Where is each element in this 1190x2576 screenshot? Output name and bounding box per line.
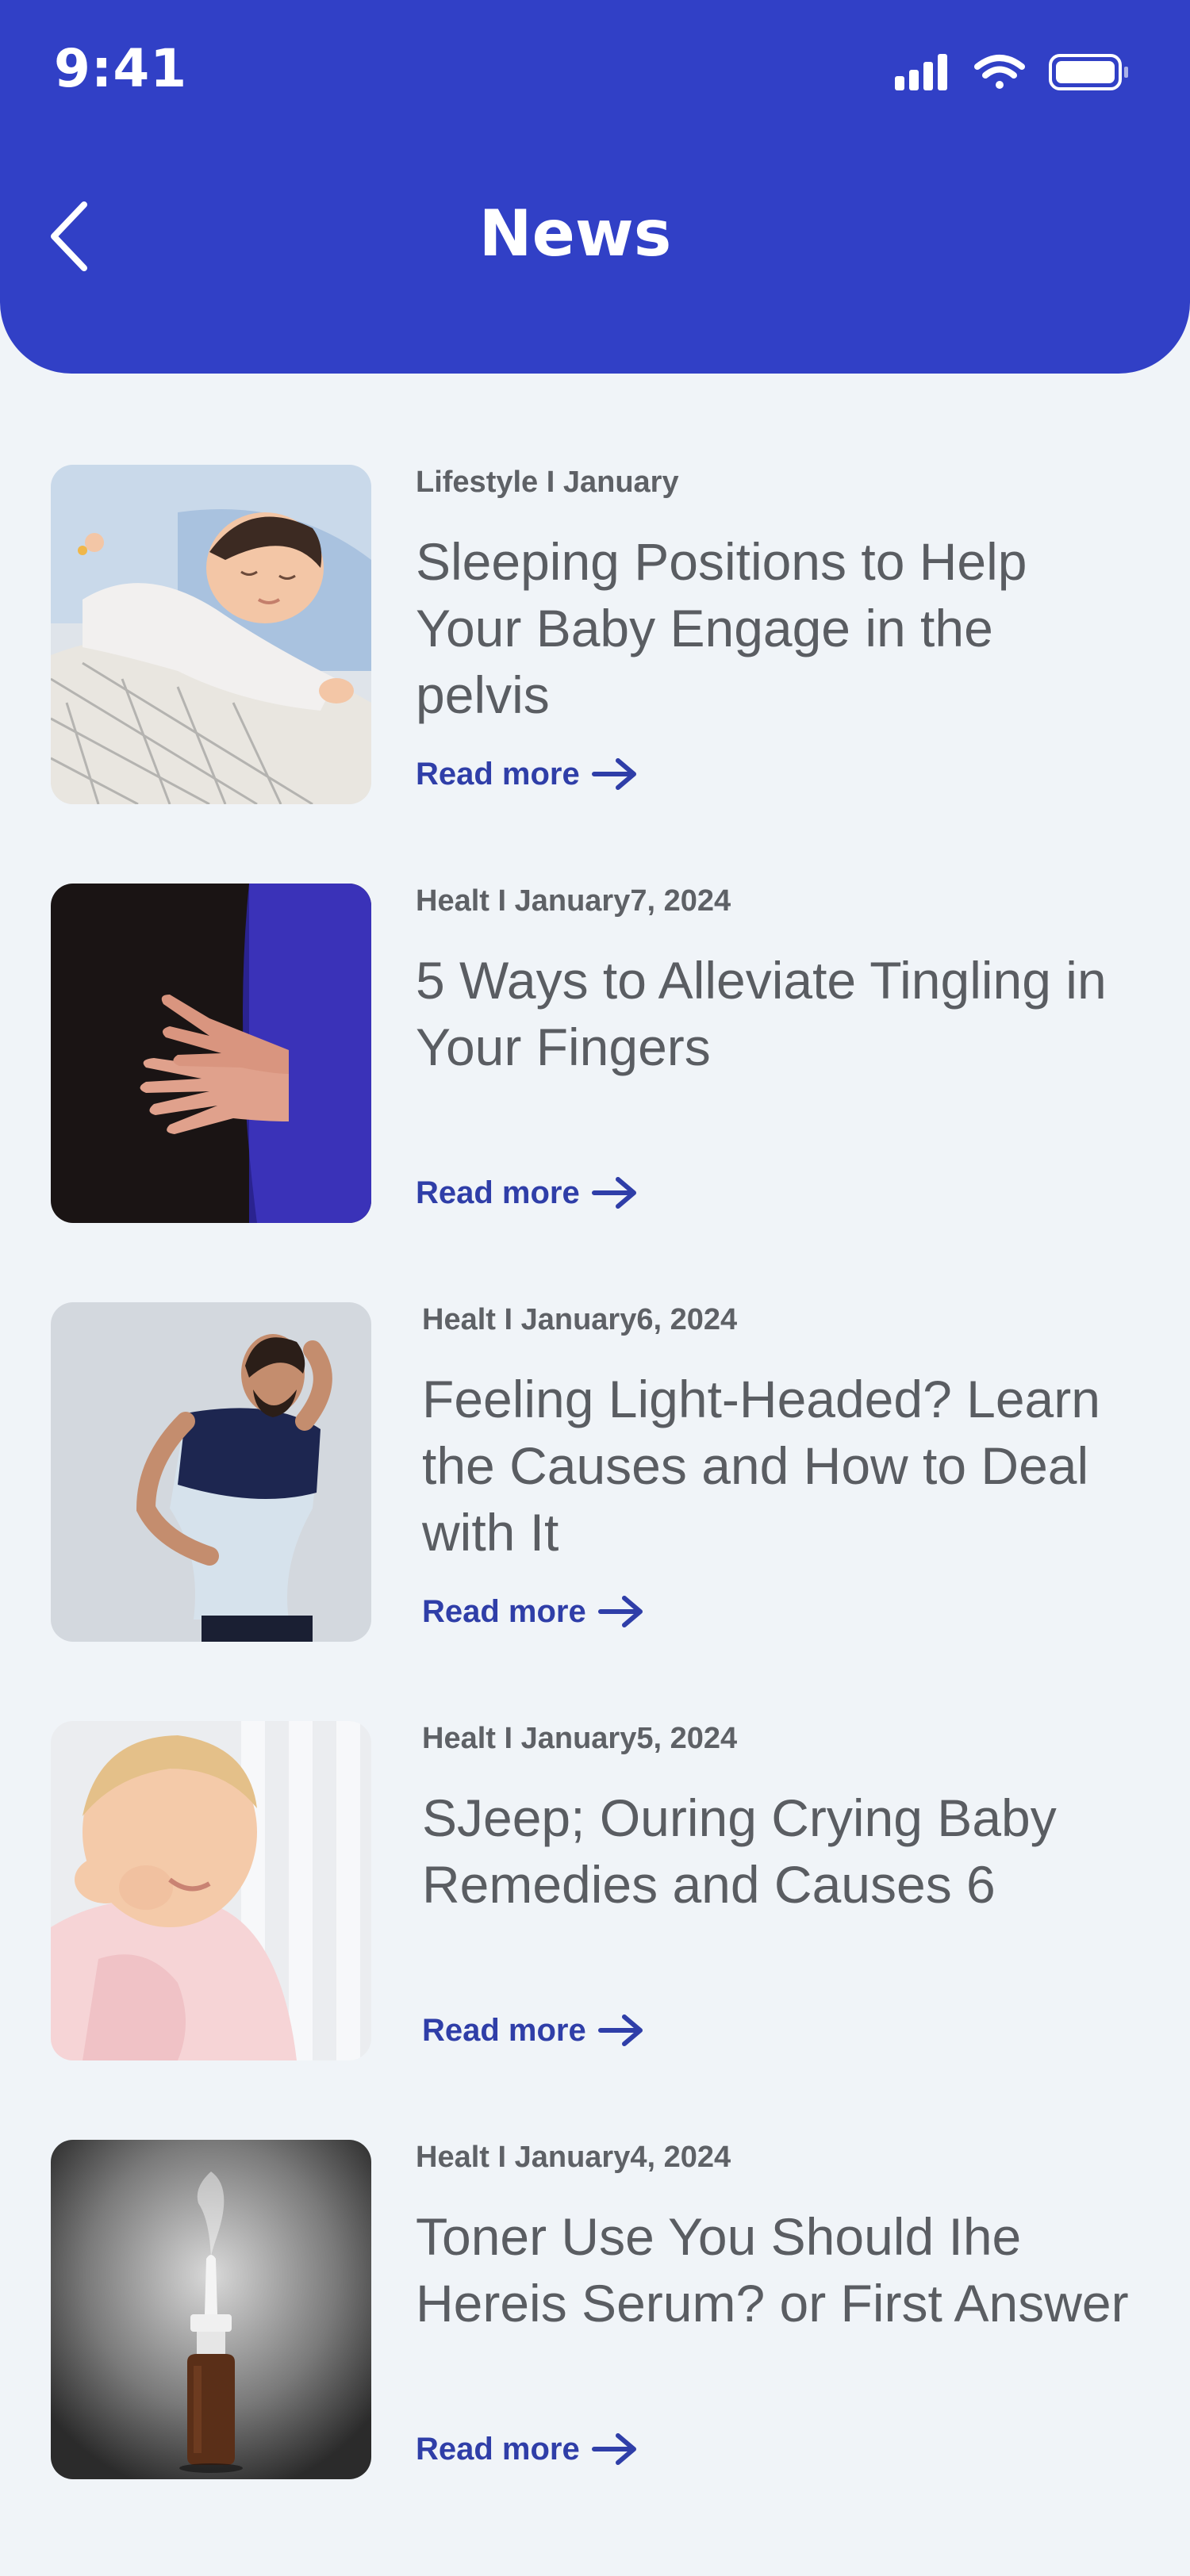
article-meta: Healt I January6, 2024: [422, 1303, 738, 1336]
news-card[interactable]: Healt I January4, 2024 Toner Use You Sho…: [51, 2140, 1161, 2479]
article-headline[interactable]: Feeling Light-Headed? Learn the Causes a…: [422, 1366, 1136, 1566]
status-icons: [895, 54, 1128, 90]
read-more-label: Read more: [422, 1594, 586, 1629]
read-more-link[interactable]: Read more: [416, 2425, 639, 2473]
dizzy-man-photo[interactable]: [51, 1302, 371, 1642]
arrow-right-icon: [597, 1596, 643, 1627]
arrow-right-icon: [591, 2433, 636, 2465]
arrow-right-icon: [591, 758, 636, 790]
article-meta: Healt I January4, 2024: [416, 2141, 731, 2174]
article-headline[interactable]: Toner Use You Should Ihe Hereis Serum? o…: [416, 2203, 1130, 2336]
arrow-right-icon: [597, 2014, 643, 2046]
read-more-link[interactable]: Read more: [416, 1169, 639, 1217]
header-bar: 9:41 News: [0, 0, 1190, 374]
article-meta: Healt I January5, 2024: [422, 1722, 738, 1755]
crying-baby-photo[interactable]: [51, 1721, 371, 2060]
news-card[interactable]: Healt I January6, 2024 Feeling Light-Hea…: [51, 1302, 1161, 1642]
news-card[interactable]: Lifestyle I January Sleeping Positions t…: [51, 465, 1161, 804]
article-meta: Healt I January7, 2024: [416, 884, 731, 918]
arrow-right-icon: [591, 1177, 636, 1209]
hands-rubbing-photo[interactable]: [51, 884, 371, 1223]
status-time: 9:41: [54, 38, 188, 99]
article-headline[interactable]: Sleeping Positions to Help Your Baby Eng…: [416, 528, 1130, 728]
sleeping-baby-photo[interactable]: [51, 465, 371, 804]
page-title: News: [478, 197, 672, 270]
article-meta: Lifestyle I January: [416, 466, 679, 499]
read-more-label: Read more: [416, 1175, 580, 1210]
read-more-label: Read more: [416, 757, 580, 792]
read-more-link[interactable]: Read more: [416, 750, 639, 798]
read-more-link[interactable]: Read more: [422, 1588, 645, 1635]
wifi-icon: [974, 55, 1025, 89]
article-headline[interactable]: SJeep; Ouring Crying Baby Remedies and C…: [422, 1784, 1136, 1918]
news-card[interactable]: Healt I January5, 2024 SJeep; Ouring Cry…: [51, 1721, 1161, 2060]
battery-icon: [1049, 54, 1128, 90]
read-more-label: Read more: [422, 2013, 586, 2048]
article-headline[interactable]: 5 Ways to Alleviate Tingling in Your Fin…: [416, 947, 1130, 1080]
news-card[interactable]: Healt I January7, 2024 5 Ways to Allevia…: [51, 884, 1161, 1223]
signal-icon: [895, 54, 947, 90]
read-more-link[interactable]: Read more: [422, 2007, 645, 2054]
read-more-label: Read more: [416, 2432, 580, 2467]
nasal-spray-photo[interactable]: [51, 2140, 371, 2479]
